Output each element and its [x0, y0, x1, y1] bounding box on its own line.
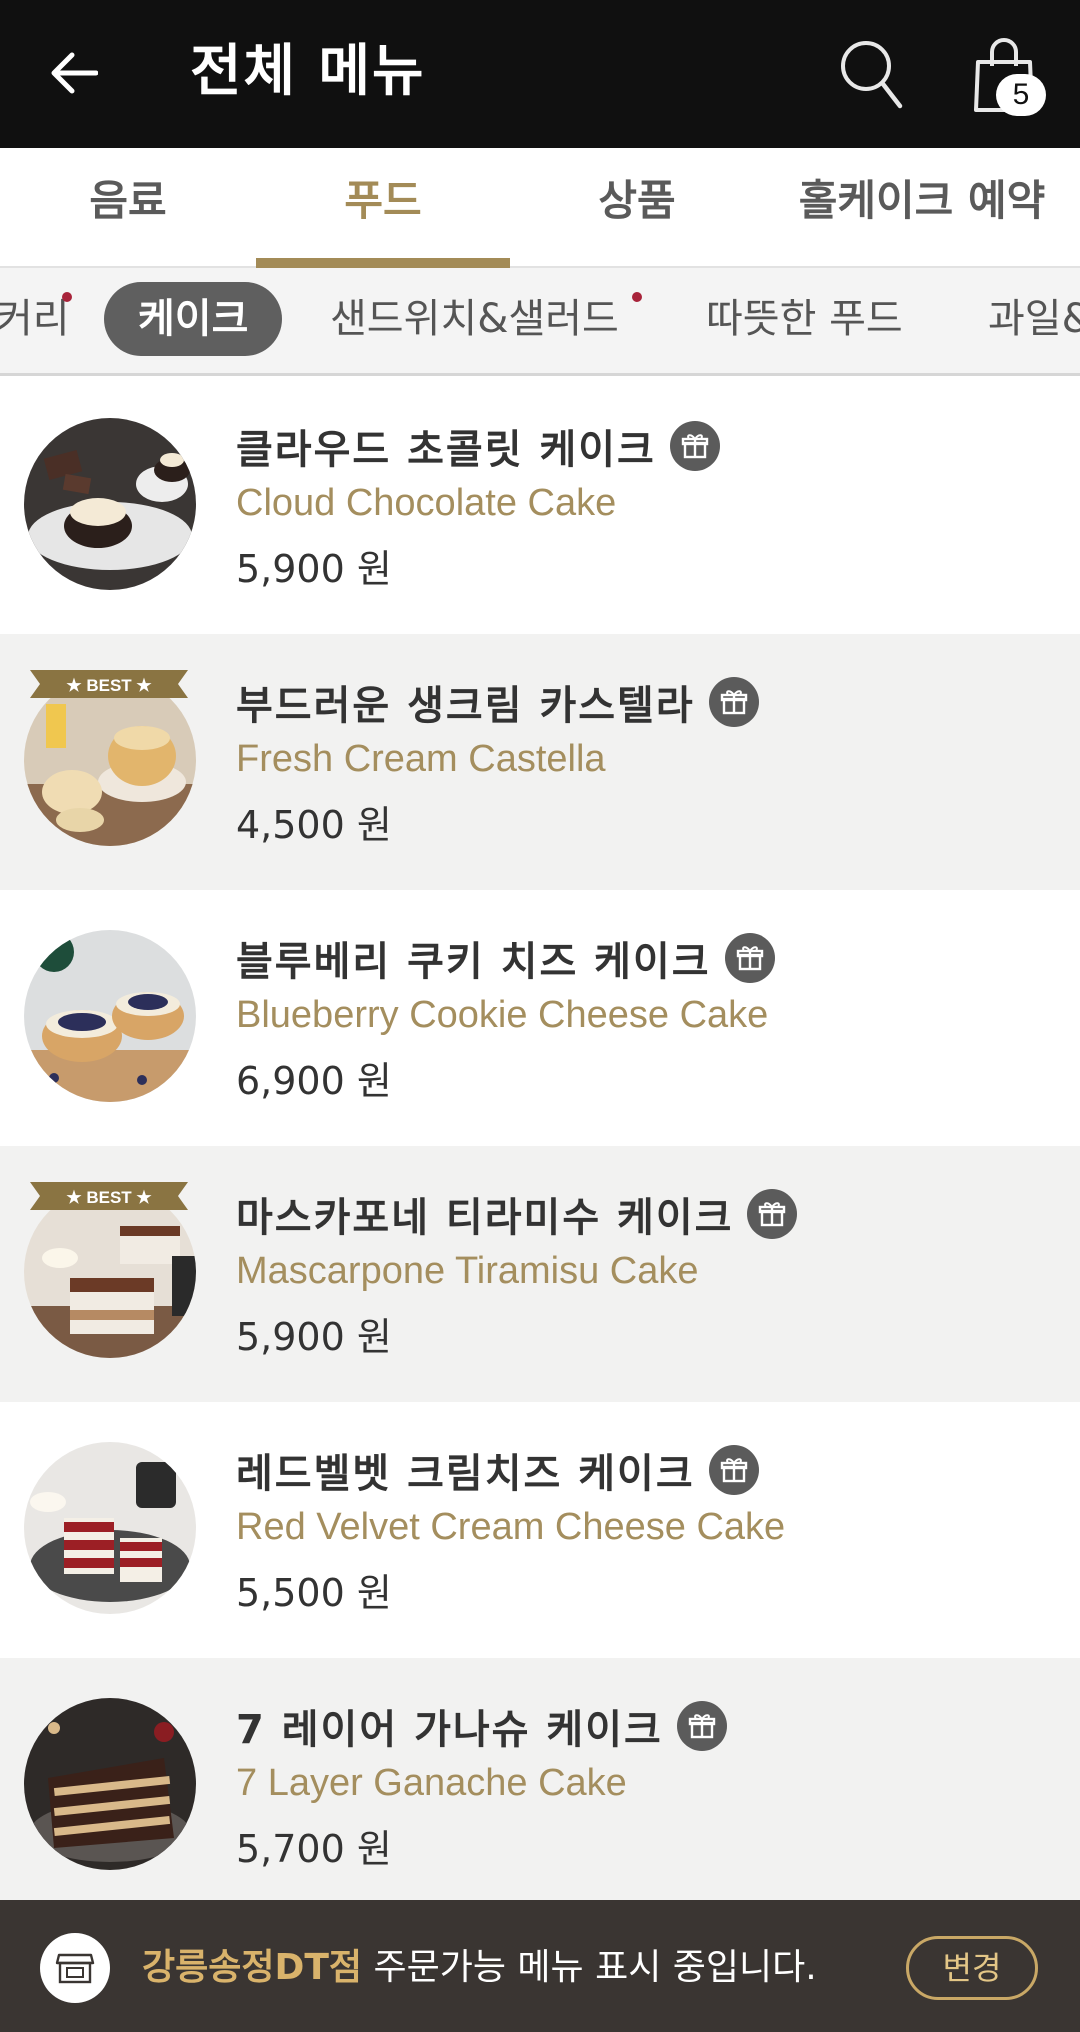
subcat-label: 따뜻한 푸드 [706, 296, 903, 342]
product-name-en: Cloud Chocolate Cake [236, 482, 617, 524]
search-icon [841, 41, 903, 109]
product-name-ko: 레드벨벳 크림치즈 케이크 [236, 1451, 695, 1497]
product-name-ko: 마스카포네 티라미수 케이크 [236, 1195, 734, 1241]
product-item[interactable]: 블루베리 쿠키 치즈 케이크 Blueberry Cookie Cheese C… [0, 890, 1080, 1146]
product-name-row: 클라우드 초콜릿 케이크 [236, 418, 720, 474]
best-badge-label: ★ BEST ★ [66, 1188, 152, 1207]
store-icon [40, 1933, 110, 2003]
product-name-row: 레드벨벳 크림치즈 케이크 [236, 1442, 759, 1498]
subcat-label: 샌드위치&샐러드 [330, 296, 619, 342]
main-category-tabs: 음료 푸드 상품 홀케이크 예약 [0, 148, 1080, 268]
cart-button[interactable]: 5 [972, 36, 1056, 120]
product-price: 4,500 원 [236, 803, 392, 847]
product-image [24, 418, 196, 590]
product-name-row: 마스카포네 티라미수 케이크 [236, 1186, 798, 1242]
tab-drinks[interactable]: 음료 [0, 148, 256, 268]
product-image [24, 1442, 196, 1614]
new-item-dot [62, 292, 72, 302]
store-selection-bar: 강릉송정DT점 주문가능 메뉴 표시 중입니다. 변경 [0, 1900, 1080, 2032]
active-tab-indicator [256, 258, 510, 268]
product-item[interactable]: 7 레이어 가나슈 케이크 7 Layer Ganache Cake 5,700… [0, 1658, 1080, 1914]
product-item[interactable]: ★ BEST ★ 마스카포네 티라미수 케이크 Mascarpone Tiram… [0, 1146, 1080, 1402]
product-name-row: 7 레이어 가나슈 케이크 [236, 1698, 727, 1754]
gift-icon[interactable] [669, 421, 720, 471]
app-header: 전체 메뉴 5 [0, 0, 1080, 148]
product-image [24, 1698, 196, 1870]
change-store-button[interactable]: 변경 [906, 1936, 1038, 2000]
store-name: 강릉송정DT점 [142, 1947, 363, 1988]
product-price: 6,900 원 [236, 1059, 392, 1103]
product-list: 클라우드 초콜릿 케이크 Cloud Chocolate Cake 5,900 … [0, 378, 1080, 1914]
sub-category-bar[interactable]: 커리 케이크 샌드위치&샐러드 따뜻한 푸드 과일& [0, 268, 1080, 376]
subcat-warm-food[interactable]: 따뜻한 푸드 [706, 282, 903, 356]
product-name-ko: 클라우드 초콜릿 케이크 [236, 427, 656, 473]
gift-icon[interactable] [747, 1189, 798, 1239]
product-price: 5,500 원 [236, 1571, 392, 1615]
subcat-fruit[interactable]: 과일& [988, 282, 1080, 356]
tab-whole-cake-reservation[interactable]: 홀케이크 예약 [764, 148, 1080, 268]
product-name-ko: 블루베리 쿠키 치즈 케이크 [236, 939, 711, 985]
product-price: 5,900 원 [236, 547, 392, 591]
store-message: 강릉송정DT점 주문가능 메뉴 표시 중입니다. [142, 1940, 817, 1996]
cart-count-badge: 5 [996, 74, 1046, 116]
best-badge: ★ BEST ★ [30, 670, 188, 698]
product-name-en: 7 Layer Ganache Cake [236, 1762, 627, 1804]
back-arrow-icon [51, 52, 98, 94]
product-item[interactable]: 클라우드 초콜릿 케이크 Cloud Chocolate Cake 5,900 … [0, 378, 1080, 634]
subcat-cake[interactable]: 케이크 [104, 282, 283, 356]
subcat-sandwich-salad[interactable]: 샌드위치&샐러드 [330, 282, 619, 356]
product-image [24, 930, 196, 1102]
product-name-en: Red Velvet Cream Cheese Cake [236, 1506, 786, 1548]
gift-icon[interactable] [676, 1701, 727, 1751]
subcat-bakery[interactable]: 커리 [0, 282, 70, 356]
subcat-label: 케이크 [138, 296, 249, 342]
new-item-dot [632, 292, 642, 302]
gift-icon[interactable] [724, 933, 775, 983]
store-message-text: 주문가능 메뉴 표시 중입니다. [362, 1947, 817, 1988]
back-button[interactable] [40, 40, 106, 106]
product-name-ko: 부드러운 생크림 카스텔라 [236, 683, 695, 729]
gift-icon[interactable] [708, 677, 759, 727]
subcat-label: 과일& [988, 296, 1080, 342]
gift-icon[interactable] [708, 1445, 759, 1495]
page-title: 전체 메뉴 [190, 39, 426, 104]
search-button[interactable] [838, 38, 904, 110]
best-badge: ★ BEST ★ [30, 1182, 188, 1210]
subcat-label: 커리 [0, 296, 70, 342]
tab-goods[interactable]: 상품 [510, 148, 764, 268]
product-name-row: 부드러운 생크림 카스텔라 [236, 674, 759, 730]
product-name-en: Mascarpone Tiramisu Cake [236, 1250, 699, 1292]
product-item[interactable]: 레드벨벳 크림치즈 케이크 Red Velvet Cream Cheese Ca… [0, 1402, 1080, 1658]
product-item[interactable]: ★ BEST ★ 부드러운 생크림 카스텔라 Fresh Cream Caste… [0, 634, 1080, 890]
product-name-en: Blueberry Cookie Cheese Cake [236, 994, 769, 1036]
product-name-row: 블루베리 쿠키 치즈 케이크 [236, 930, 775, 986]
best-badge-label: ★ BEST ★ [66, 676, 152, 695]
product-name-ko: 7 레이어 가나슈 케이크 [236, 1707, 663, 1753]
product-name-en: Fresh Cream Castella [236, 738, 606, 780]
product-price: 5,900 원 [236, 1315, 392, 1359]
product-price: 5,700 원 [236, 1827, 392, 1871]
tab-food[interactable]: 푸드 [256, 148, 510, 268]
